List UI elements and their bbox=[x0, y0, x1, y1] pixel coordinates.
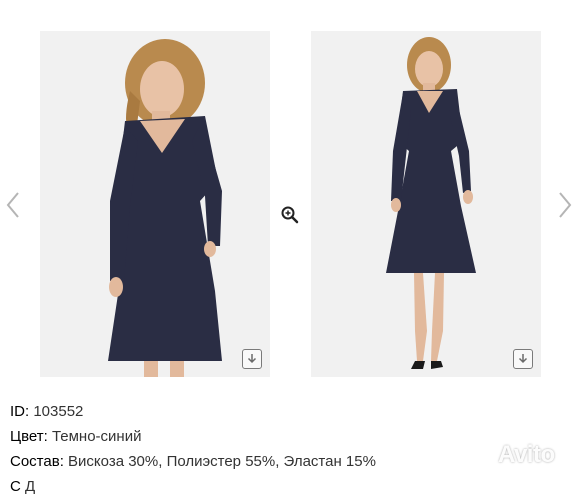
composition-value: Вискоза 30%, Полиэстер 55%, Эластан 15% bbox=[68, 453, 376, 470]
model-in-dress-image bbox=[386, 37, 476, 369]
zoom-button[interactable] bbox=[280, 205, 300, 225]
zoom-in-icon bbox=[281, 206, 299, 224]
color-value: Темно-синий bbox=[51, 428, 142, 445]
color-label: Цвет: bbox=[10, 428, 48, 445]
partial-label: С bbox=[10, 478, 21, 495]
gallery-prev-button[interactable] bbox=[4, 190, 22, 220]
gallery-next-button[interactable] bbox=[556, 190, 574, 220]
product-photo-1[interactable] bbox=[40, 31, 270, 377]
partial-row: С Д bbox=[10, 474, 570, 499]
composition-label: Состав: bbox=[10, 453, 64, 470]
id-row: ID: 103552 bbox=[10, 399, 570, 424]
partial-value: Д bbox=[25, 478, 36, 495]
avito-logo-icon bbox=[472, 444, 494, 465]
model-in-dress-image bbox=[108, 39, 222, 377]
avito-watermark-text: Avito bbox=[498, 441, 555, 468]
download-icon bbox=[518, 354, 528, 364]
chevron-right-icon bbox=[559, 192, 572, 218]
id-label: ID: bbox=[10, 403, 30, 420]
chevron-left-icon bbox=[6, 192, 19, 218]
download-button[interactable] bbox=[242, 349, 262, 369]
download-icon bbox=[247, 354, 257, 364]
download-button[interactable] bbox=[513, 349, 533, 369]
avito-watermark: Avito bbox=[472, 441, 555, 469]
product-photo-2[interactable] bbox=[311, 31, 541, 377]
id-value: 103552 bbox=[33, 403, 84, 420]
